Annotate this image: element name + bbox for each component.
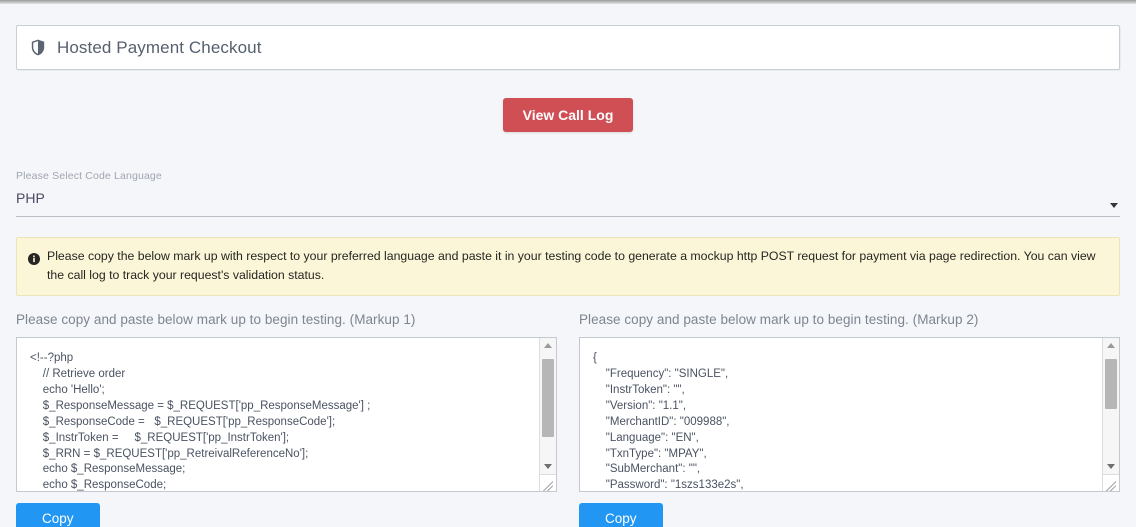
markup-1-textarea[interactable]: <!--?php // Retrieve order echo 'Hello';… xyxy=(16,337,557,493)
page-header-card: Hosted Payment Checkout xyxy=(16,25,1120,70)
code-language-value: PHP xyxy=(16,190,45,206)
shield-icon xyxy=(31,39,45,56)
markup-column-2: Please copy and paste below mark up to b… xyxy=(579,312,1120,527)
markup-1-heading: Please copy and paste below mark up to b… xyxy=(16,312,416,328)
view-call-log-button[interactable]: View Call Log xyxy=(502,98,634,132)
info-alert-text: Please copy the below mark up with respe… xyxy=(47,249,1096,283)
copy-markup-1-button[interactable]: Copy xyxy=(16,503,100,527)
markup-2-heading: Please copy and paste below mark up to b… xyxy=(579,312,979,328)
markup-columns: Please copy and paste below mark up to b… xyxy=(16,312,1120,527)
scrollbar-thumb[interactable] xyxy=(542,359,554,438)
markup-2-code[interactable]: { "Frequency": "SINGLE", "InstrToken": "… xyxy=(580,338,1119,491)
resize-grip-icon[interactable] xyxy=(539,474,556,492)
info-circle-icon xyxy=(28,249,40,274)
browser-chrome-edge xyxy=(0,0,1136,4)
scroll-up-icon[interactable] xyxy=(540,338,556,353)
page-container: Hosted Payment Checkout View Call Log Pl… xyxy=(0,25,1136,527)
code-language-select[interactable]: Please Select Code Language PHP xyxy=(16,170,1120,217)
scroll-up-icon[interactable] xyxy=(1103,338,1119,353)
page-title: Hosted Payment Checkout xyxy=(57,37,262,57)
markup-column-1: Please copy and paste below mark up to b… xyxy=(16,312,557,527)
call-log-row: View Call Log xyxy=(16,98,1120,132)
markup-2-textarea[interactable]: { "Frequency": "SINGLE", "InstrToken": "… xyxy=(579,337,1120,493)
markup-2-copy-row: Copy xyxy=(579,503,1120,527)
info-alert: Please copy the below mark up with respe… xyxy=(16,237,1120,297)
markup-1-copy-row: Copy xyxy=(16,503,557,527)
scroll-down-icon[interactable] xyxy=(1103,459,1119,474)
resize-grip-icon[interactable] xyxy=(1102,474,1119,492)
markup-1-code[interactable]: <!--?php // Retrieve order echo 'Hello';… xyxy=(17,338,556,491)
scroll-down-icon[interactable] xyxy=(540,459,556,474)
markup-2-scrollbar[interactable] xyxy=(1102,338,1119,492)
chevron-down-icon[interactable] xyxy=(1110,203,1118,208)
code-language-label: Please Select Code Language xyxy=(16,170,162,182)
copy-markup-2-button[interactable]: Copy xyxy=(579,503,663,527)
scrollbar-thumb[interactable] xyxy=(1105,359,1117,410)
markup-1-scrollbar[interactable] xyxy=(539,338,556,492)
